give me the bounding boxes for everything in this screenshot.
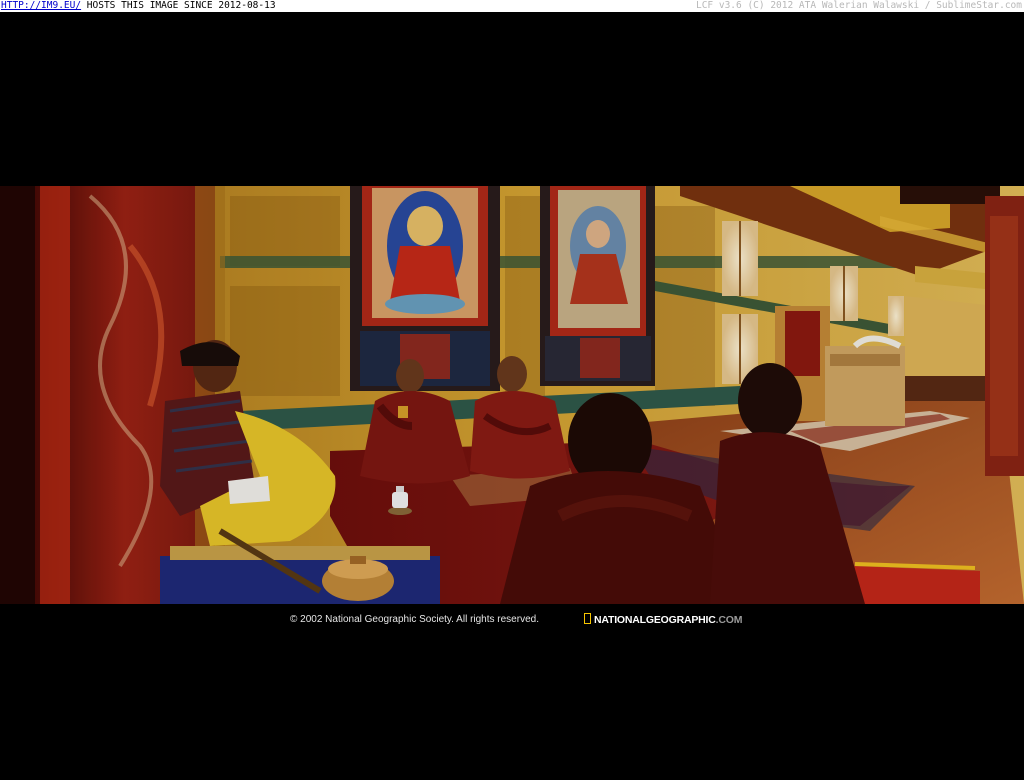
copyright-text: © 2002 National Geographic Society. All … [290,614,539,625]
host-link[interactable]: HTTP://IM9.EU/ [1,0,81,11]
caption-strip: © 2002 National Geographic Society. All … [0,604,1024,636]
host-since-text: HOSTS THIS IMAGE SINCE 2012-08-13 [81,0,276,11]
yellow-frame-icon [584,613,591,624]
natgeo-domain-suffix: .COM [715,614,743,626]
monastery-photo [0,186,1024,604]
natgeo-logo[interactable]: NATIONALGEOGRAPHIC.COM [584,613,742,626]
wallpaper-page: HTTP://IM9.EU/ HOSTS THIS IMAGE SINCE 20… [0,0,1024,780]
host-credit-text: LCF v3.6 (C) 2012 ATA Walerian Walawski … [695,0,1022,11]
host-banner-left: HTTP://IM9.EU/ HOSTS THIS IMAGE SINCE 20… [1,0,276,12]
host-banner: HTTP://IM9.EU/ HOSTS THIS IMAGE SINCE 20… [0,0,1024,12]
natgeo-brand: NATIONALGEOGRAPHIC [594,614,716,626]
